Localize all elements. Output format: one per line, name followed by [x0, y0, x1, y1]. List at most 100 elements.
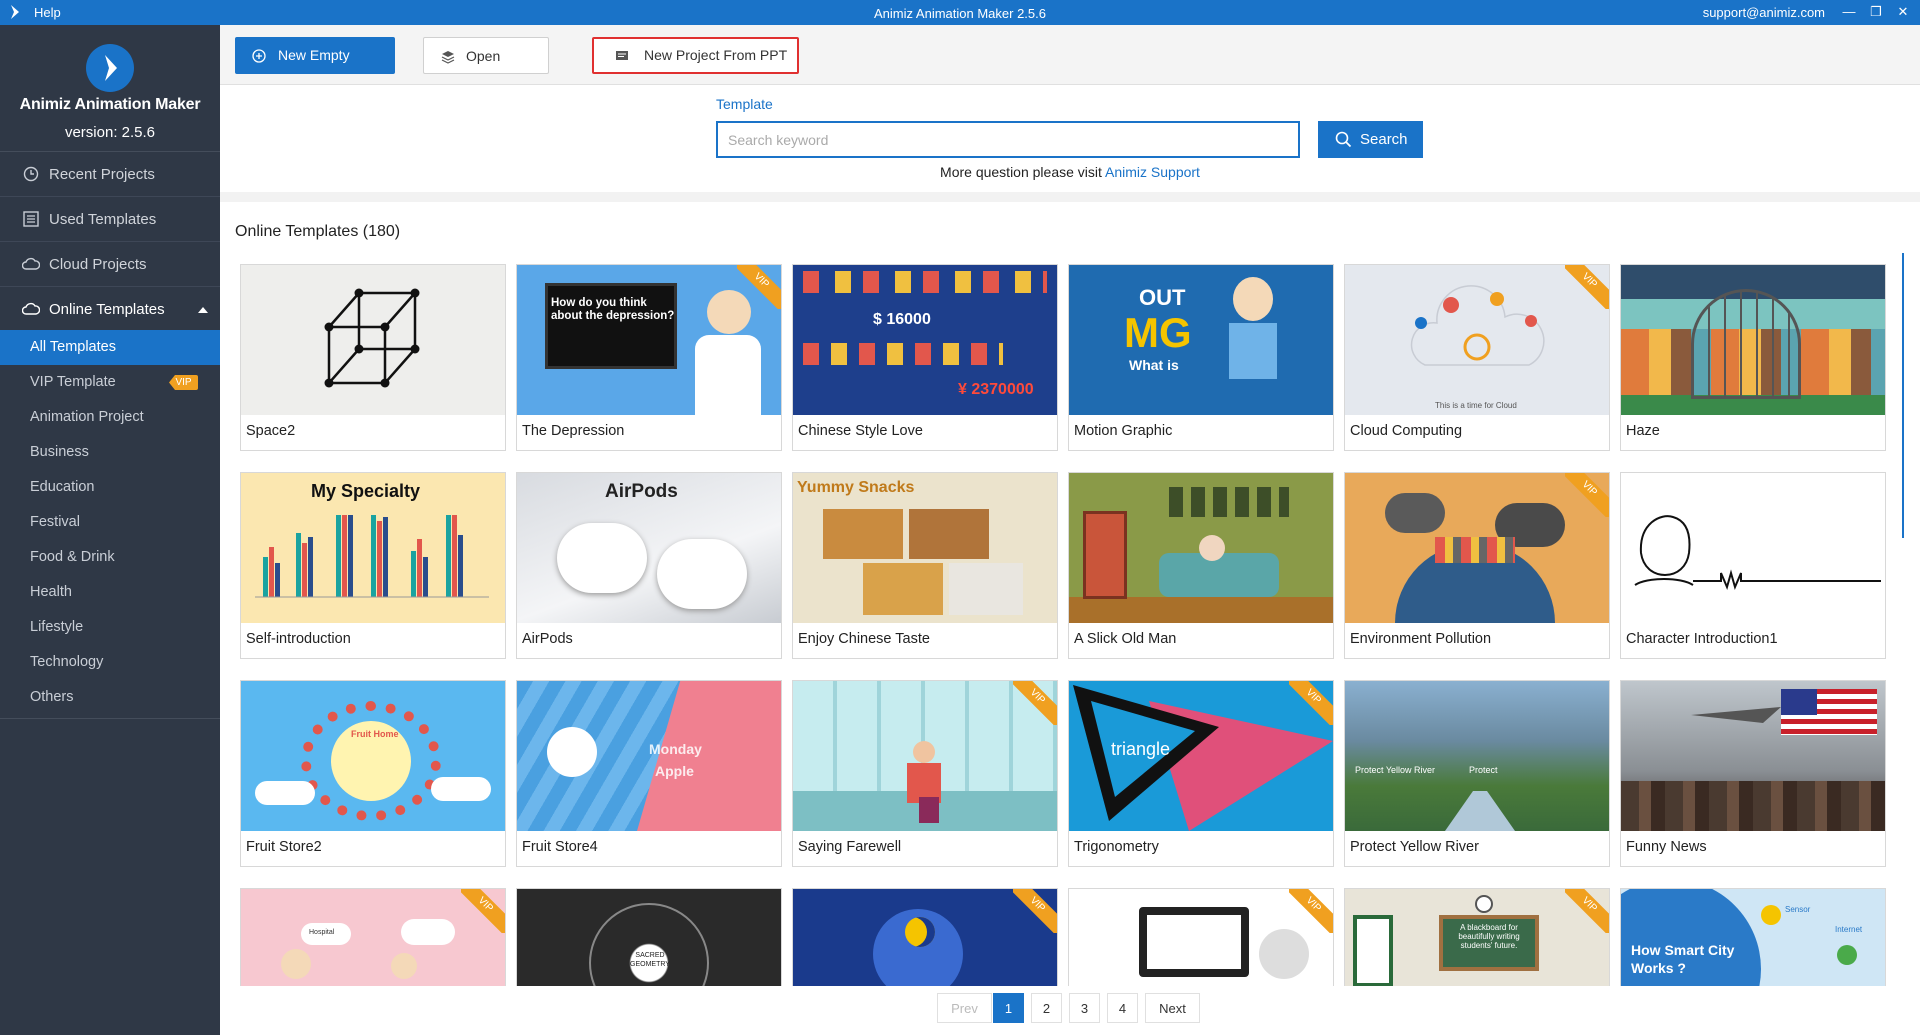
doctor-coat-shape	[695, 335, 761, 415]
sidebar-divider	[0, 718, 220, 719]
template-thumbnail: OUT MG What is	[1069, 265, 1333, 415]
template-card-trigonometry[interactable]: triangle VIP Trigonometry	[1068, 680, 1334, 867]
page-button-3[interactable]: 3	[1069, 993, 1100, 1023]
sidebar-item-used-templates[interactable]: Used Templates	[0, 197, 220, 242]
sidebar-subitem-education[interactable]: Education	[0, 470, 220, 505]
cube-graphic	[324, 288, 420, 388]
template-card-fruit-store2[interactable]: Fruit Home Fruit Store2	[240, 680, 506, 867]
sidebar-item-cloud-projects[interactable]: Cloud Projects	[0, 242, 220, 287]
sidebar-subitem-business[interactable]: Business	[0, 435, 220, 470]
template-card-a-slick-old-man[interactable]: A Slick Old Man	[1068, 472, 1334, 659]
template-card-label: AirPods	[522, 631, 573, 647]
title-bar: Help Animiz Animation Maker 2.5.6 suppor…	[0, 0, 1920, 25]
thumbnail-caption: A blackboard for beautifully writing stu…	[1458, 923, 1520, 950]
food-photo	[863, 563, 943, 615]
template-card-the-depression[interactable]: How do you think about the depression? V…	[516, 264, 782, 451]
vip-ribbon: VIP	[737, 265, 781, 309]
template-card-label: Saying Farewell	[798, 839, 902, 855]
template-card-chinese-style-love[interactable]: $ 16000 ¥ 2370000 Chinese Style Love	[792, 264, 1058, 451]
restore-icon[interactable]: ❐	[1865, 2, 1887, 22]
close-icon[interactable]: ✕	[1892, 2, 1914, 22]
sidebar-subitem-animation-project[interactable]: Animation Project	[0, 400, 220, 435]
template-card-funny-news[interactable]: Funny News	[1620, 680, 1886, 867]
new-project-from-ppt-button[interactable]: New Project From PPT	[592, 37, 799, 74]
search-button[interactable]: Search	[1318, 121, 1423, 158]
earbud-shape	[657, 539, 747, 609]
template-card-motion-graphic[interactable]: OUT MG What is Motion Graphic	[1068, 264, 1334, 451]
template-card-character-introduction1[interactable]: M Character Introduction1	[1620, 472, 1886, 659]
bar-graphic	[255, 515, 489, 598]
minimize-icon[interactable]: —	[1838, 2, 1860, 22]
support-line: More question please visit Animiz Suppor…	[220, 164, 1920, 180]
cloud-icon	[22, 257, 40, 270]
sidebar-item-online-templates[interactable]: Online Templates	[0, 287, 220, 332]
door-shape	[1353, 915, 1393, 986]
brand-block: Animiz Animation Maker version: 2.5.6	[0, 25, 220, 152]
sidebar-subitem-festival[interactable]: Festival	[0, 505, 220, 540]
template-card-space2[interactable]: Space2	[240, 264, 506, 451]
template-card[interactable]: Hospital VIP	[240, 888, 506, 986]
thumbnail-out: OUT	[1139, 285, 1186, 310]
template-card-haze[interactable]: Haze	[1620, 264, 1886, 451]
open-project-button[interactable]: Open Project...	[423, 37, 549, 101]
template-thumbnail	[1069, 473, 1333, 623]
page-button-1[interactable]: 1	[993, 993, 1024, 1023]
template-card-self-introduction[interactable]: My Specialty Self-introduction	[240, 472, 506, 659]
earbud-shape	[557, 523, 647, 593]
template-card-label: Character Introduction1	[1626, 631, 1778, 647]
template-card-environment-pollution[interactable]: VIP Environment Pollution	[1344, 472, 1610, 659]
old-man-head-shape	[1199, 535, 1225, 561]
search-input[interactable]	[716, 121, 1300, 158]
vip-ribbon: VIP	[1565, 265, 1609, 309]
internet-icon	[1837, 945, 1857, 965]
template-card[interactable]: How Smart City Works ? Sensor Internet	[1620, 888, 1886, 986]
thumbnail-mg: MG	[1124, 309, 1192, 356]
sidebar-subitem-lifestyle[interactable]: Lifestyle	[0, 610, 220, 645]
vip-ribbon: VIP	[1565, 473, 1609, 517]
sensor-icon	[1761, 905, 1781, 925]
brand-version: version: 2.5.6	[64, 124, 156, 141]
template-card-cloud-computing[interactable]: This is a time for Cloud VIP Cloud Compu…	[1344, 264, 1610, 451]
sidebar-subitem-health[interactable]: Health	[0, 575, 220, 610]
next-page-button[interactable]: Next	[1145, 993, 1200, 1023]
layers-icon	[441, 51, 455, 64]
thumbnail-caption: SACRED GEOMETRY	[630, 952, 670, 968]
search-button-label: Search	[1360, 131, 1408, 148]
new-empty-project-button[interactable]: New Empty Project	[235, 37, 395, 100]
support-link[interactable]: Animiz Support	[1105, 164, 1200, 180]
template-card[interactable]: VIP	[792, 888, 1058, 986]
door-shape	[1083, 511, 1127, 599]
template-card-label: Motion Graphic	[1074, 423, 1173, 439]
support-email[interactable]: support@animiz.com	[1703, 5, 1825, 20]
page-button-4[interactable]: 4	[1107, 993, 1138, 1023]
template-card-protect-yellow-river[interactable]: Protect Yellow River Protect Protect Yel…	[1344, 680, 1610, 867]
sidebar-subitem-technology[interactable]: Technology	[0, 645, 220, 680]
template-card[interactable]: SACRED GEOMETRY	[516, 888, 782, 986]
cloud-icon	[22, 302, 40, 315]
template-thumbnail: Fruit Home	[241, 681, 505, 831]
page-button-2[interactable]: 2	[1031, 993, 1062, 1023]
sidebar-item-recent-projects[interactable]: Recent Projects	[0, 152, 220, 197]
templates-heading: Online Templates (180)	[235, 223, 401, 240]
scrollbar[interactable]	[1902, 253, 1904, 538]
template-card-airpods[interactable]: AirPods AirPods	[516, 472, 782, 659]
template-card-fruit-store4[interactable]: Monday Apple Fruit Store4	[516, 680, 782, 867]
sidebar: Animiz Animation Maker version: 2.5.6 Re…	[0, 25, 220, 1035]
template-card-enjoy-chinese-taste[interactable]: Yummy Snacks Enjoy Chinese Taste	[792, 472, 1058, 659]
support-text: More question please visit	[940, 164, 1106, 180]
template-card-saying-farewell[interactable]: VIP Saying Farewell	[792, 680, 1058, 867]
template-thumbnail: AirPods	[517, 473, 781, 623]
prev-page-button[interactable]: Prev	[937, 993, 992, 1023]
sidebar-subitem-vip-template[interactable]: VIP Template VIP	[0, 365, 220, 400]
sidebar-subitem-others[interactable]: Others	[0, 680, 220, 715]
template-card[interactable]: A blackboard for beautifully writing stu…	[1344, 888, 1610, 986]
character-head-shape	[391, 953, 417, 979]
vip-ribbon: VIP	[1013, 681, 1057, 725]
template-card[interactable]: VIP	[1068, 888, 1334, 986]
sidebar-subitem-all-templates[interactable]: All Templates	[0, 330, 220, 365]
suitcase-shape	[919, 797, 939, 823]
sidebar-subitem-food-drink[interactable]: Food & Drink	[0, 540, 220, 575]
template-card-label: Enjoy Chinese Taste	[798, 631, 930, 647]
template-card-label: Funny News	[1626, 839, 1707, 855]
search-panel: Template Search More question please vis…	[220, 85, 1920, 192]
